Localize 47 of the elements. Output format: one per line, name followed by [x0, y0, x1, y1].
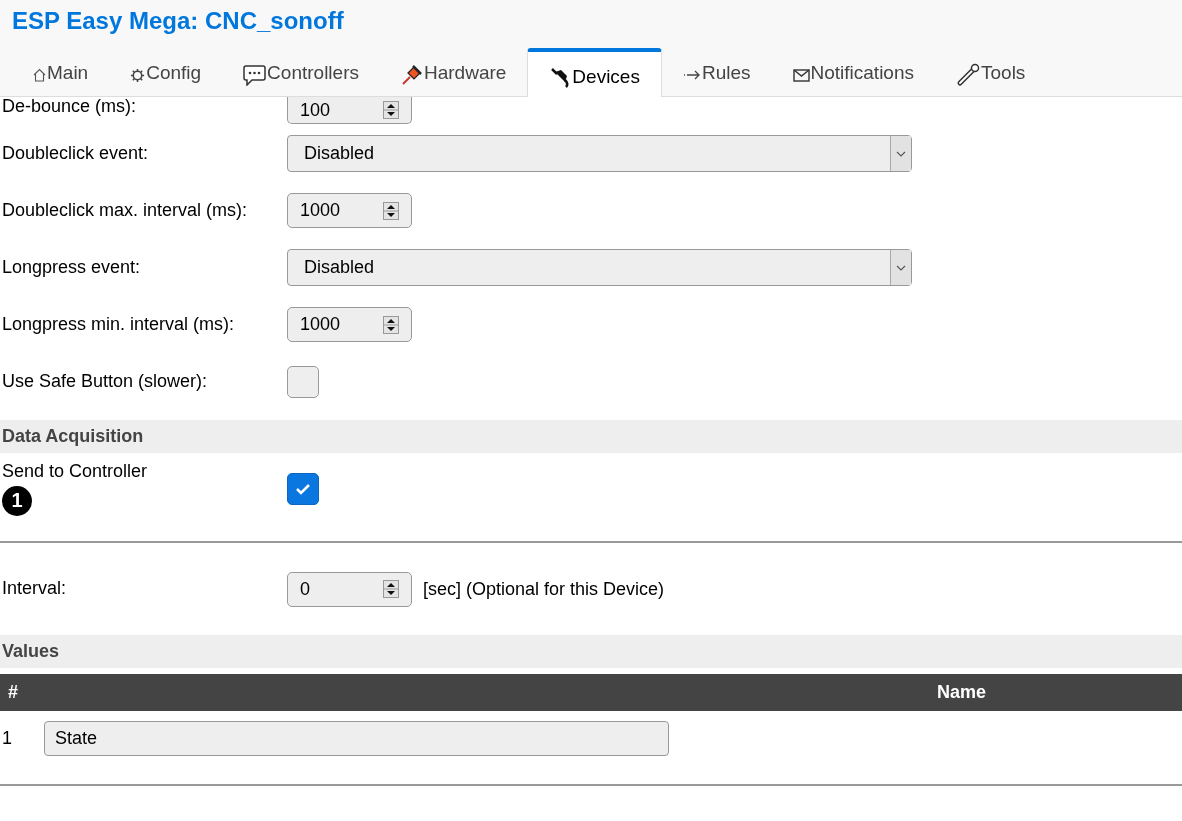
- checkmark-icon: [295, 483, 311, 495]
- spinner-icon: [383, 315, 399, 334]
- column-header: #: [7, 682, 19, 703]
- section-header: Values: [0, 635, 1182, 668]
- select-dropdown[interactable]: Disabled: [287, 249, 912, 286]
- envelope-icon: [792, 68, 810, 82]
- setting-label: De-bounce (ms):: [1, 97, 138, 117]
- setting-label: Longpress event:: [1, 257, 142, 278]
- spinner-icon: [383, 201, 399, 220]
- row-index: 1: [1, 728, 13, 749]
- nav-tab[interactable]: Controllers: [222, 53, 380, 97]
- nav-tab[interactable]: Devices: [527, 48, 662, 97]
- setting-label: Doubleclick max. interval (ms):: [1, 200, 249, 221]
- controller-badge: 1: [2, 485, 32, 516]
- number-field[interactable]: 1000: [287, 193, 412, 228]
- select-dropdown[interactable]: Disabled: [287, 135, 912, 172]
- number-field[interactable]: 1000: [287, 307, 412, 342]
- setting-label: Doubleclick event:: [1, 143, 150, 164]
- page-title: ESP Easy Mega: CNC_sonoff: [11, 6, 345, 36]
- setting-label: Use Safe Button (slower):: [1, 371, 209, 392]
- setting-label: Send to Controller: [2, 462, 148, 482]
- checkbox[interactable]: [287, 473, 319, 505]
- gear-icon: [130, 67, 146, 83]
- number-field[interactable]: 100: [287, 97, 412, 124]
- nav-tab[interactable]: Main: [12, 53, 110, 97]
- nav-tab[interactable]: Hardware: [380, 53, 528, 97]
- section-header: Data Acquisition: [0, 420, 1182, 453]
- pushpin-icon: [401, 64, 423, 86]
- nav-tab[interactable]: Notifications: [771, 53, 935, 97]
- chat-icon: [243, 64, 267, 86]
- name-field[interactable]: State: [44, 721, 669, 756]
- arrow-icon: [682, 70, 701, 80]
- spinner-icon: [383, 580, 399, 598]
- spinner-icon: [383, 101, 399, 119]
- setting-label: Longpress min. interval (ms):: [1, 314, 236, 335]
- nav-tab[interactable]: Rules: [661, 53, 772, 97]
- caret-icon: [896, 150, 906, 157]
- nav-tab[interactable]: Config: [109, 53, 223, 97]
- unit-note: [sec] (Optional for this Device): [423, 578, 665, 600]
- checkbox[interactable]: [287, 365, 319, 398]
- wrench-icon: [956, 63, 980, 87]
- number-field[interactable]: 0: [287, 571, 412, 607]
- home-icon: [33, 68, 46, 82]
- caret-icon: [896, 264, 906, 271]
- nav-tab[interactable]: Tools: [935, 53, 1047, 97]
- column-header: Name: [937, 682, 987, 703]
- setting-label: Interval:: [1, 579, 68, 599]
